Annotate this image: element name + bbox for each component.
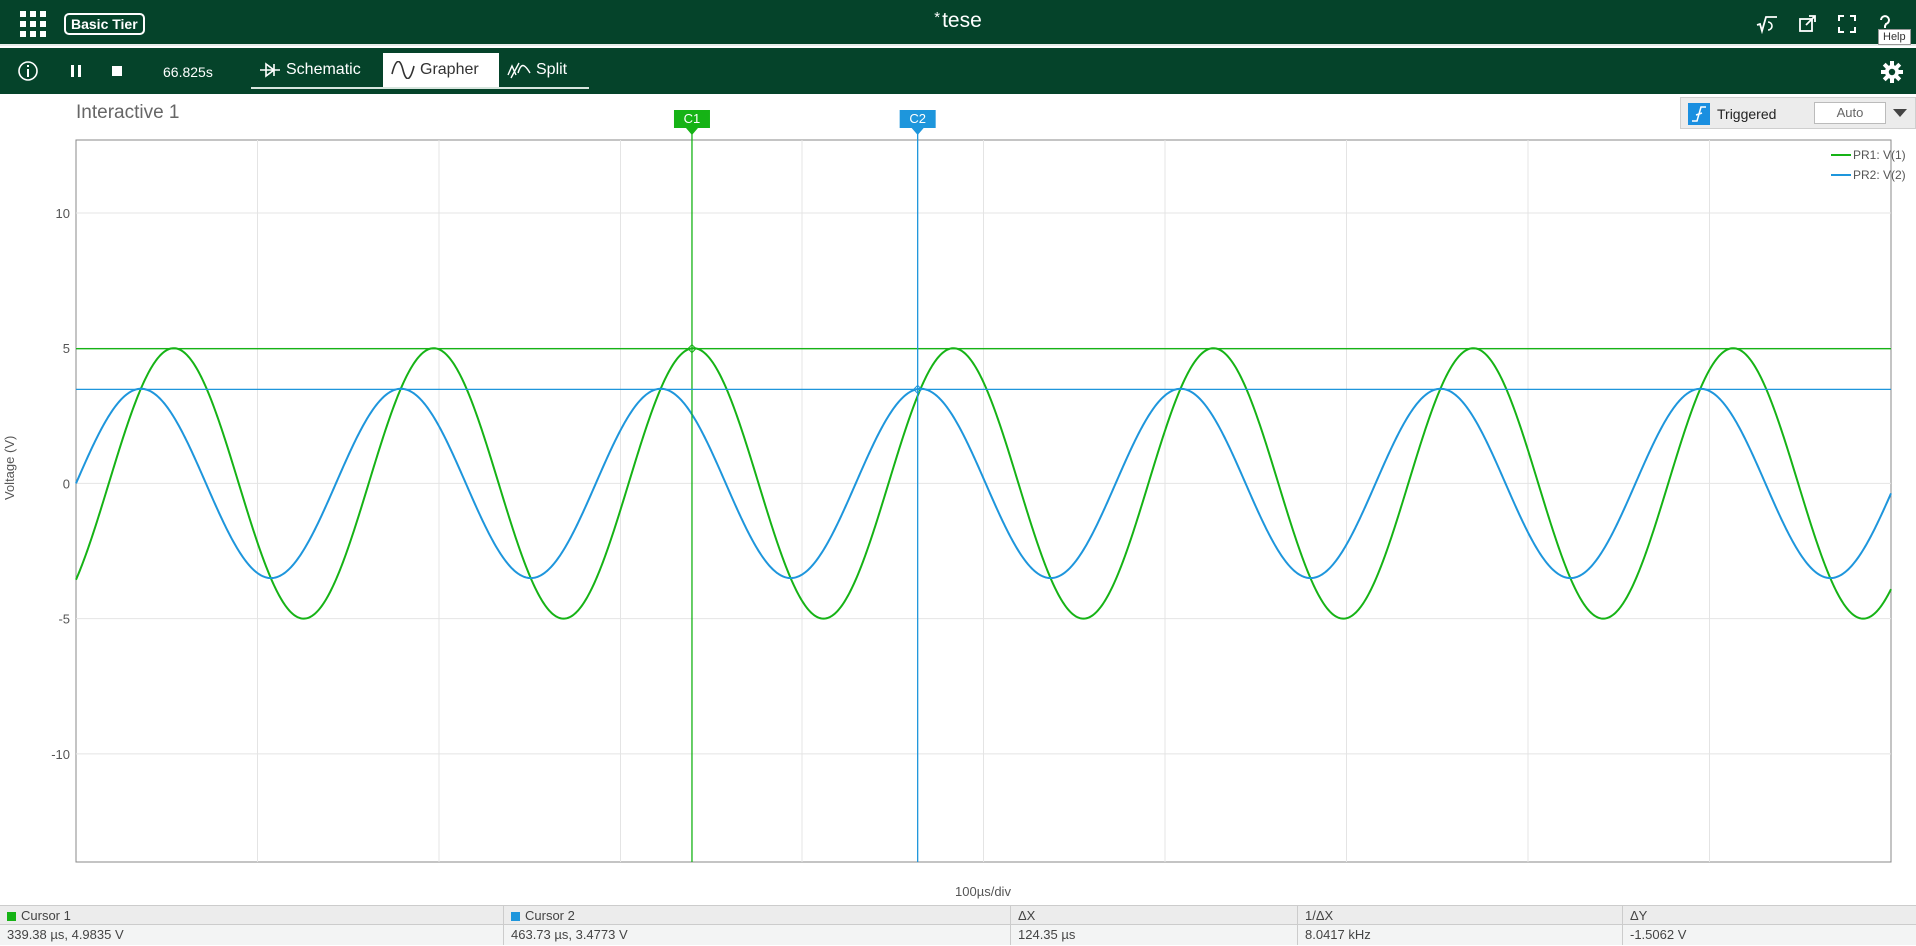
delta-y-header: ΔY <box>1622 906 1916 926</box>
tab-schematic[interactable]: Schematic <box>251 53 383 89</box>
cursor-table-values: 339.38 µs, 4.9835 V 463.73 µs, 3.4773 V … <box>0 925 1916 945</box>
cursor1-swatch <box>7 912 16 921</box>
app-menu-icon[interactable] <box>20 11 46 37</box>
sine-wave-icon <box>391 61 415 79</box>
graph-plot[interactable]: 10 5 0 -5 -10 C1 C2 PR1: V(1) PR2: V(2) <box>0 94 1916 904</box>
cursor-table-header: Cursor 1 Cursor 2 ΔX 1/ΔX ΔY <box>0 905 1916 926</box>
stop-icon[interactable] <box>106 60 128 82</box>
y-axis-label: Voltage (V) <box>2 435 17 500</box>
fullscreen-icon[interactable] <box>1836 14 1858 34</box>
y-tick-label: -10 <box>51 747 70 762</box>
tab-label: Split <box>536 61 568 78</box>
tier-badge[interactable]: Basic Tier <box>64 13 145 35</box>
pause-icon[interactable] <box>65 60 87 82</box>
legend-entry: PR2: V(2) <box>1853 168 1906 182</box>
tab-label: Schematic <box>286 61 361 78</box>
document-name: tese <box>942 9 982 32</box>
simulation-toolbar: 66.825s Schematic Grapher Split <box>0 48 1916 94</box>
cursor2-swatch <box>511 912 520 921</box>
x-axis-division-label: 100µs/div <box>955 884 1011 899</box>
cursor-1-label: C1 <box>684 111 701 126</box>
cursor2-header: Cursor 2 <box>503 906 1010 926</box>
formula-icon[interactable] <box>1756 14 1778 34</box>
y-tick-label: -5 <box>58 612 70 627</box>
inverse-delta-x-value: 8.0417 kHz <box>1297 925 1622 945</box>
tab-split[interactable]: Split <box>499 53 589 89</box>
unsaved-marker: * <box>934 9 941 26</box>
cursor2-value: 463.73 µs, 3.4773 V <box>503 925 1010 945</box>
tab-label: Grapher <box>420 61 479 78</box>
help-tooltip: Help <box>1878 29 1911 45</box>
tab-grapher[interactable]: Grapher <box>383 53 499 89</box>
simulation-time: 66.825s <box>163 64 213 80</box>
cursor1-value: 339.38 µs, 4.9835 V <box>7 927 124 942</box>
split-view-icon <box>507 62 531 79</box>
legend-entry: PR1: V(1) <box>1853 148 1906 162</box>
inverse-delta-x-header: 1/ΔX <box>1297 906 1622 926</box>
y-tick-label: 5 <box>63 341 70 356</box>
cursor-2-label: C2 <box>909 111 926 126</box>
document-title: *tese <box>0 9 1916 33</box>
popout-icon[interactable] <box>1797 14 1819 34</box>
diode-icon <box>260 62 280 78</box>
settings-gear-icon[interactable] <box>1880 60 1904 84</box>
delta-x-value: 124.35 µs <box>1010 925 1297 945</box>
cursor1-header: Cursor 1 <box>0 906 503 926</box>
y-tick-label: 10 <box>56 206 70 221</box>
delta-y-value: -1.5062 V <box>1622 925 1916 945</box>
top-bar: Basic Tier *tese Help <box>0 0 1916 46</box>
delta-x-header: ΔX <box>1010 906 1297 926</box>
info-icon[interactable] <box>17 60 39 82</box>
y-tick-label: 0 <box>63 476 70 491</box>
cursor-readout-table: Cursor 1 Cursor 2 ΔX 1/ΔX ΔY 339.38 µs, … <box>0 905 1916 946</box>
